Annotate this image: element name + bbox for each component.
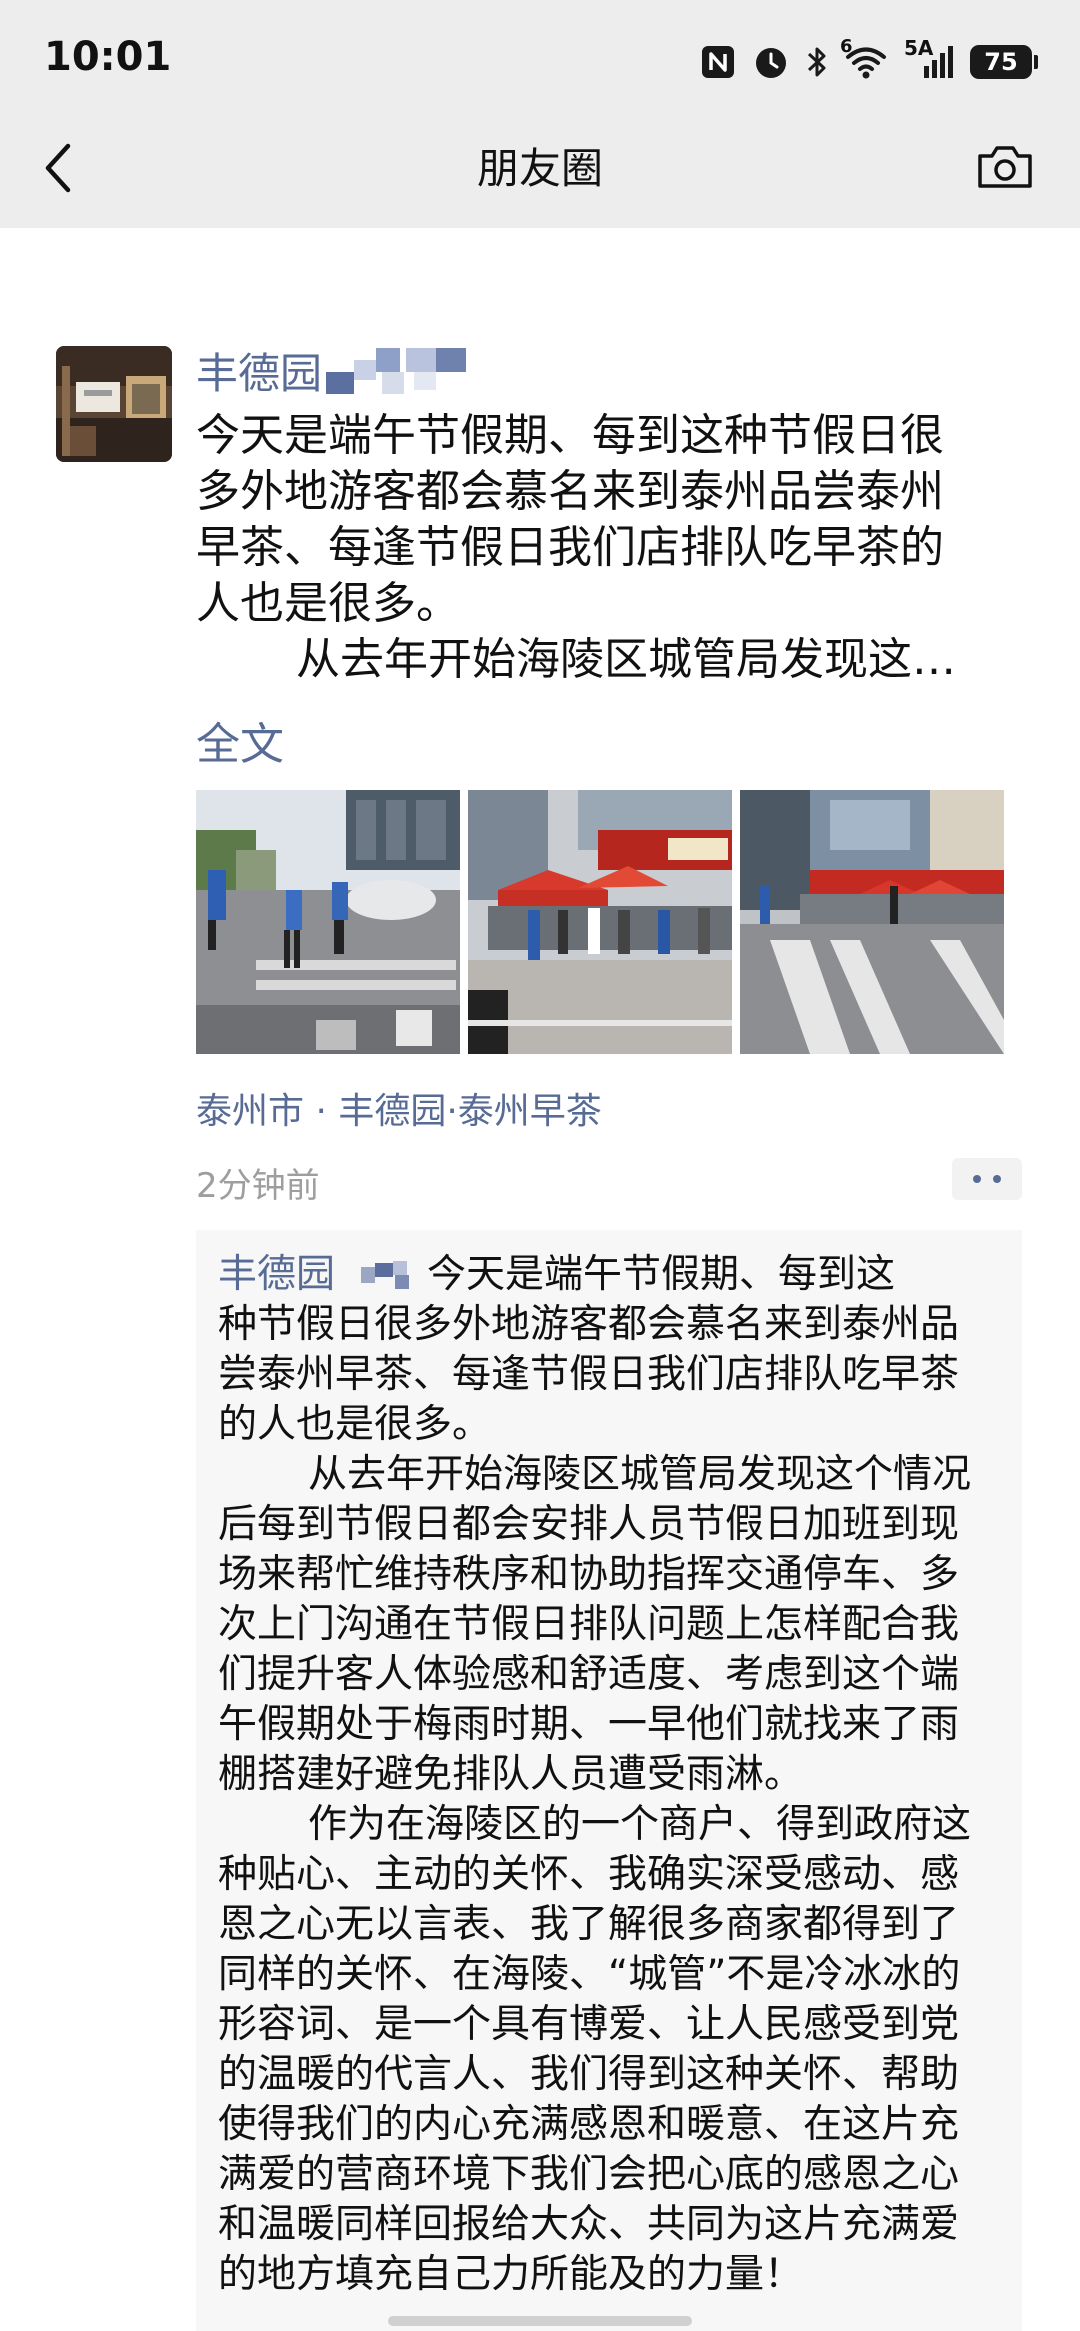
comment-line: 午假期处于梅雨时期、一早他们就找来了雨 — [218, 1702, 960, 1747]
post-text-line: 人也是很多。 — [196, 578, 460, 629]
comment-line: 种贴心、主动的关怀、我确实深受感动、感 — [218, 1852, 960, 1897]
comment-line: 后每到节假日都会安排人员节假日加班到现 — [218, 1502, 960, 1547]
comment-line: 们提升客人体验感和舒适度、考虑到这个端 — [218, 1652, 960, 1697]
comment-line: 从去年开始海陵区城管局发现这个情况 — [308, 1452, 972, 1497]
page-title: 朋友圈 — [476, 144, 603, 193]
storefront-crosswalk-photo[interactable] — [740, 790, 1004, 1054]
street-crossing-photo[interactable] — [196, 790, 460, 1054]
top-bar: 10:01 6 5A 75 朋友圈 — [0, 0, 1080, 228]
comment-line: 今天是端午节假期、每到这 — [427, 1252, 896, 1297]
wifi-superscript: 6 — [840, 36, 853, 57]
more-actions-button[interactable] — [952, 1158, 1022, 1200]
status-time: 10:01 — [44, 34, 172, 80]
comment-line: 棚搭建好避免排队人员遭受雨淋。 — [218, 1752, 804, 1797]
post-author-name[interactable]: 丰德园 — [196, 340, 322, 401]
signal-indicator: 5A — [904, 36, 954, 82]
comment-author-name[interactable]: 丰德园 — [218, 1252, 335, 1297]
more-dot-icon — [973, 1175, 981, 1183]
post-text-line: 今天是端午节假期、每到这种节假日很 — [196, 410, 944, 461]
post-location[interactable]: 泰州市 · 丰德园·泰州早茶 — [196, 1082, 602, 1134]
more-dot-icon — [993, 1175, 1001, 1183]
status-icons: 6 5A 75 — [700, 36, 1038, 84]
photo-grid — [196, 790, 1004, 1054]
home-indicator[interactable] — [388, 2316, 692, 2326]
nfc-icon — [702, 46, 734, 78]
comment-line: 满爱的营商环境下我们会把心底的感恩之心 — [218, 2152, 960, 2197]
comment-line: 恩之心无以言表、我了解很多商家都得到了 — [218, 1902, 960, 1947]
comment-first-line: 丰德园 今天是端午节假期、每到这 — [218, 1250, 1008, 1300]
comment-line: 形容词、是一个具有博爱、让人民感受到党 — [218, 2002, 960, 2047]
comment-line: 种节假日很多外地游客都会慕名来到泰州品 — [218, 1302, 960, 1347]
alarm-icon — [756, 48, 786, 78]
signal-icon — [924, 46, 953, 78]
avatar[interactable] — [56, 346, 172, 462]
comment-line: 次上门沟通在节假日排队问题上怎样配合我 — [218, 1602, 960, 1647]
tent-queue-photo[interactable] — [468, 790, 732, 1054]
comment-line: 作为在海陵区的一个商户、得到政府这 — [308, 1802, 972, 1847]
comment-line: 场来帮忙维持秩序和协助指挥交通停车、多 — [218, 1552, 960, 1597]
battery-icon: 75 — [970, 45, 1038, 79]
comment-line: 的温暖的代言人、我们得到这种关怀、帮助 — [218, 2052, 960, 2097]
comment-line: 尝泰州早茶、每逢节假日我们店排队吃早茶 — [218, 1352, 960, 1397]
bluetooth-icon — [807, 47, 826, 77]
post-author-row: 丰德园 — [196, 342, 486, 398]
wifi-indicator: 6 — [840, 36, 888, 80]
redacted-name-mosaic — [335, 1253, 427, 1293]
comment-line: 使得我们的内心充满感恩和暖意、在这片充 — [218, 2102, 960, 2147]
full-text-link[interactable]: 全文 — [196, 708, 284, 772]
comment-line: 和温暖同样回报给大众、共同为这片充满爱 — [218, 2202, 960, 2247]
comment-line: 的地方填充自己力所能及的力量！ — [218, 2252, 804, 2297]
comment-line: 同样的关怀、在海陵、“城管”不是冷冰冰的 — [218, 1952, 961, 1997]
post-text-line: 从去年开始海陵区城管局发现这… — [296, 634, 956, 685]
camera-icon[interactable] — [976, 142, 1034, 190]
post-text-line: 多外地游客都会慕名来到泰州品尝泰州 — [196, 466, 944, 517]
comment[interactable]: 丰德园 今天是端午节假期、每到这 种节假日很多外地游客都会慕名来到泰州品 尝泰州早… — [218, 1250, 1008, 2300]
post-text-line: 早茶、每逢节假日我们店排队吃早茶的 — [196, 522, 944, 573]
battery-level: 75 — [970, 45, 1032, 79]
comment-line: 的人也是很多。 — [218, 1402, 492, 1447]
post-text: 今天是端午节假期、每到这种节假日很 多外地游客都会慕名来到泰州品尝泰州 早茶、每… — [196, 408, 1016, 688]
post-time: 2分钟前 — [196, 1166, 320, 1206]
redacted-name-mosaic — [326, 342, 486, 398]
comment-section: 丰德园 今天是端午节假期、每到这 种节假日很多外地游客都会慕名来到泰州品 尝泰州早… — [196, 1230, 1022, 2331]
